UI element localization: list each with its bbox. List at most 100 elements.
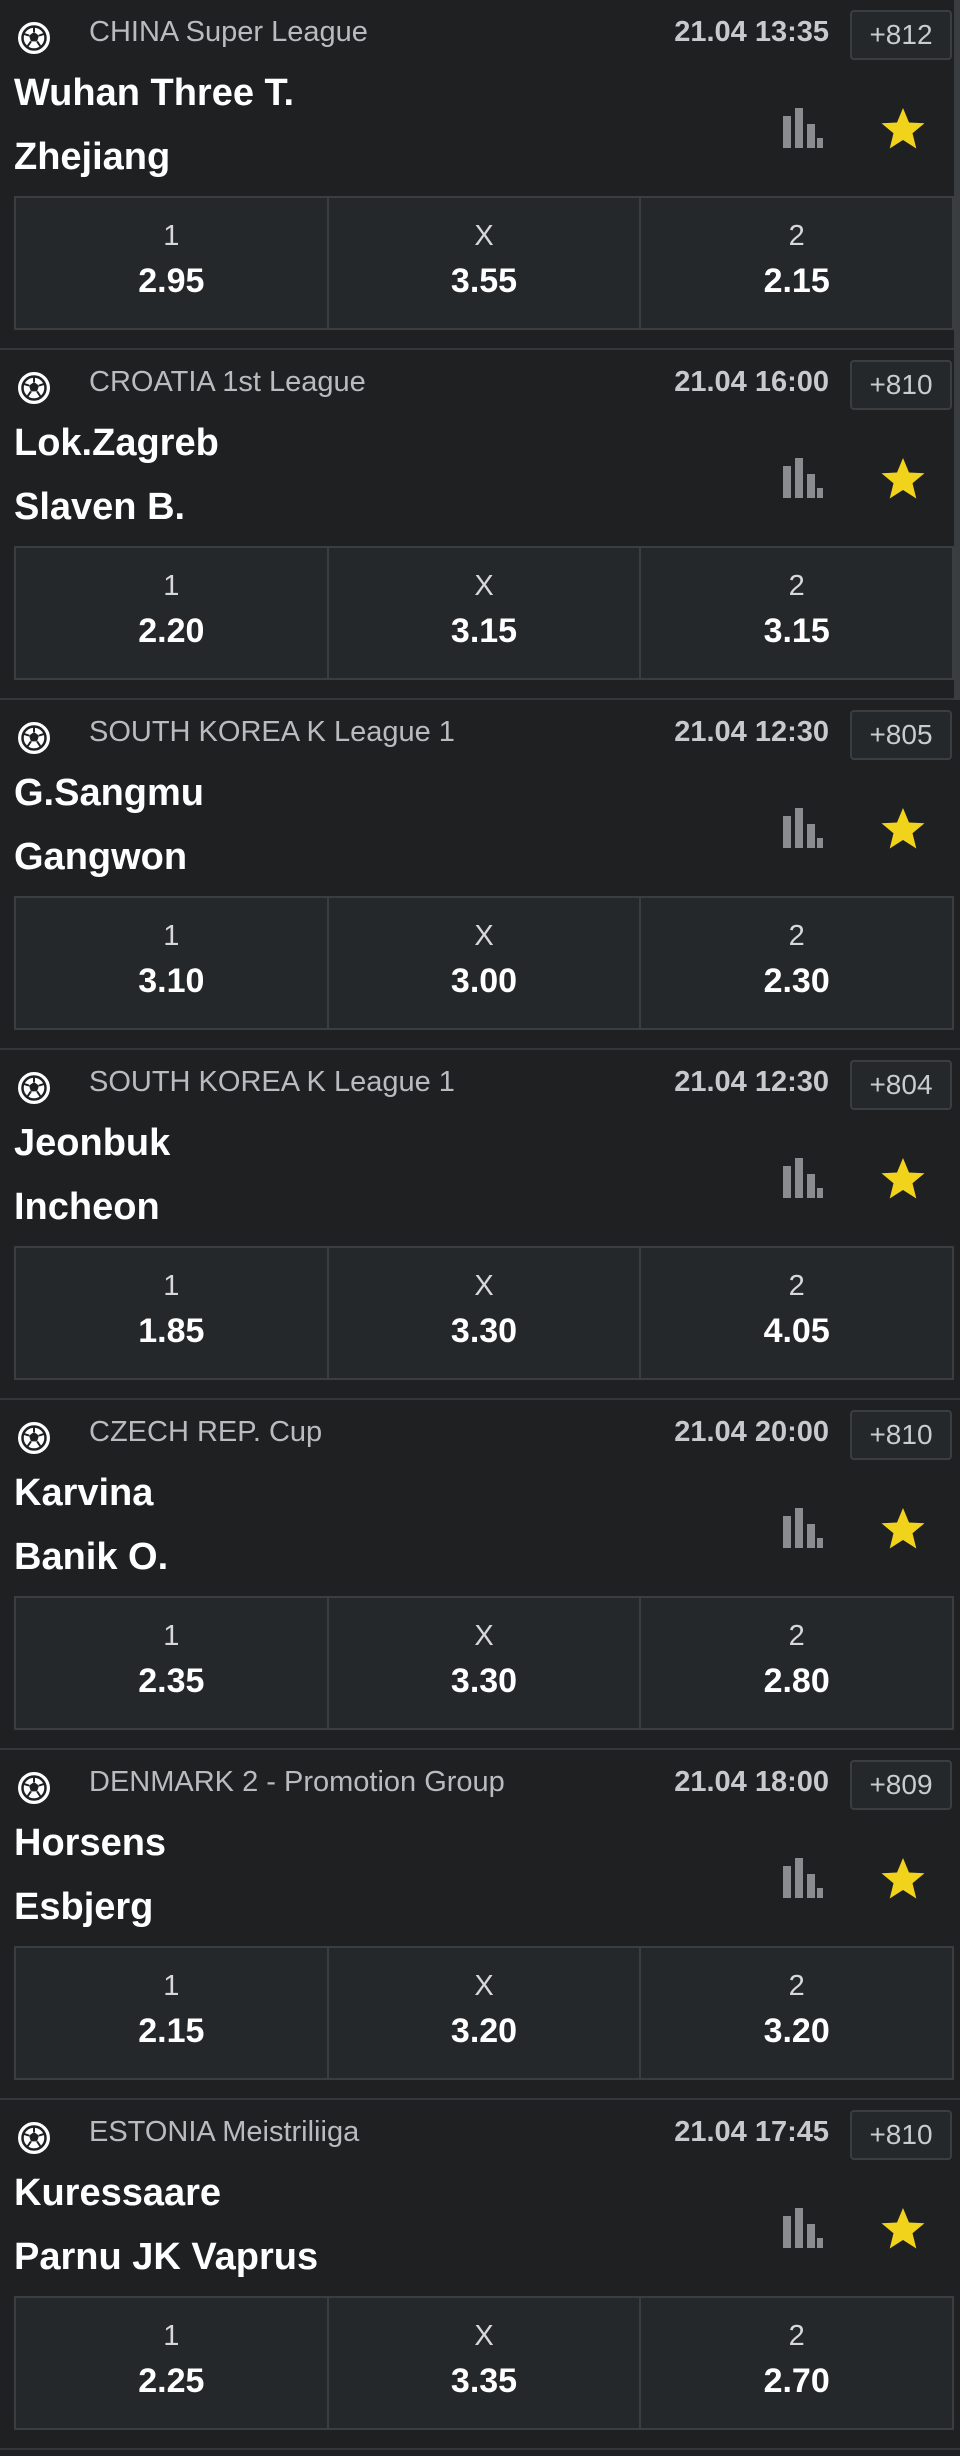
home-team[interactable]: Wuhan Three T.	[14, 72, 294, 115]
odds-value: 2.35	[138, 1662, 205, 1700]
odds-button[interactable]: 1 2.95	[16, 198, 329, 328]
odds-value: 2.70	[763, 2362, 830, 2400]
bar-chart-icon[interactable]	[780, 1858, 824, 1902]
odds-value: 2.20	[138, 612, 205, 650]
away-team[interactable]: Banik O.	[14, 1536, 168, 1579]
scrollbar[interactable]	[954, 0, 960, 700]
match-card[interactable]: SOUTH KOREA K League 1 21.04 12:30 +804 Jeo…	[0, 1050, 960, 1400]
home-team[interactable]: Horsens	[14, 1822, 166, 1865]
more-markets-button[interactable]: +810	[850, 1410, 952, 1460]
star-icon[interactable]	[880, 1156, 926, 1202]
odds-row: 1 2.95 X 3.55 2 2.15	[14, 196, 954, 330]
star-icon[interactable]	[880, 1506, 926, 1552]
odds-value: 3.20	[450, 2012, 518, 2050]
bar-chart-icon[interactable]	[780, 1508, 824, 1552]
match-list: CHINA Super League 21.04 13:35 +812 Wuhan T…	[0, 0, 960, 2450]
bar-chart-icon[interactable]	[780, 2208, 824, 2252]
star-icon[interactable]	[880, 806, 926, 852]
home-team[interactable]: Lok.Zagreb	[14, 422, 219, 465]
odds-button[interactable]: X 3.15	[329, 548, 642, 678]
match-header: CHINA Super League 21.04 13:35 +812	[0, 0, 960, 70]
more-markets-button[interactable]: +805	[850, 710, 952, 760]
league-name: DENMARK 2 - Promotion Group	[89, 1766, 505, 1798]
odds-value: 3.35	[450, 2362, 518, 2400]
odds-button[interactable]: 2 3.20	[641, 1948, 952, 2078]
odds-button[interactable]: X 3.30	[329, 1248, 642, 1378]
league-name: CROATIA 1st League	[89, 366, 366, 398]
odds-value: 3.30	[450, 1312, 518, 1350]
odds-button[interactable]: 2 2.80	[641, 1598, 952, 1728]
star-icon[interactable]	[880, 1856, 926, 1902]
league-name: ESTONIA Meistriliiga	[89, 2116, 360, 2148]
odds-button[interactable]: X 3.00	[329, 898, 642, 1028]
soccer-ball-icon	[16, 1070, 52, 1106]
match-header: CZECH REP. Cup 21.04 20:00 +810	[0, 1400, 960, 1470]
home-team[interactable]: Karvina	[14, 1472, 153, 1515]
away-team[interactable]: Gangwon	[14, 836, 187, 879]
match-card[interactable]: ESTONIA Meistriliiga 21.04 17:45 +810 Kures…	[0, 2100, 960, 2450]
more-markets-button[interactable]: +809	[850, 1760, 952, 1810]
match-datetime: 21.04 18:00	[674, 1766, 829, 1798]
odds-button[interactable]: 2 2.70	[641, 2298, 952, 2428]
match-datetime: 21.04 17:45	[674, 2116, 829, 2148]
odds-button[interactable]: X 3.30	[329, 1598, 642, 1728]
away-team[interactable]: Zhejiang	[14, 136, 170, 179]
odds-row: 1 2.35 X 3.30 2 2.80	[14, 1596, 954, 1730]
odds-button[interactable]: X 3.55	[329, 198, 642, 328]
more-markets-button[interactable]: +804	[850, 1060, 952, 1110]
odds-button[interactable]: 1 2.15	[16, 1948, 329, 2078]
more-markets-button[interactable]: +812	[850, 10, 952, 60]
odds-button[interactable]: 2 2.15	[641, 198, 952, 328]
odds-button[interactable]: 1 2.35	[16, 1598, 329, 1728]
away-team[interactable]: Parnu JK Vaprus	[14, 2236, 318, 2279]
odds-label: X	[474, 1270, 494, 1302]
odds-value: 3.30	[450, 1662, 518, 1700]
odds-button[interactable]: 1 3.10	[16, 898, 329, 1028]
star-icon[interactable]	[880, 106, 926, 152]
odds-button[interactable]: 2 3.15	[641, 548, 952, 678]
away-team[interactable]: Slaven B.	[14, 486, 185, 529]
home-team[interactable]: Jeonbuk	[14, 1122, 170, 1165]
odds-label: 2	[788, 920, 805, 952]
odds-button[interactable]: 1 2.25	[16, 2298, 329, 2428]
more-markets-button[interactable]: +810	[850, 2110, 952, 2160]
match-card[interactable]: DENMARK 2 - Promotion Group 21.04 18:00 +8…	[0, 1750, 960, 2100]
odds-label: X	[474, 920, 494, 952]
match-card[interactable]: CROATIA 1st League 21.04 16:00 +810 Lok.Zag…	[0, 350, 960, 700]
odds-button[interactable]: X 3.35	[329, 2298, 642, 2428]
odds-button[interactable]: 2 2.30	[641, 898, 952, 1028]
match-card[interactable]: SOUTH KOREA K League 1 21.04 12:30 +805 G.S…	[0, 700, 960, 1050]
odds-button[interactable]: 1 2.20	[16, 548, 329, 678]
odds-label: 2	[788, 220, 805, 252]
odds-button[interactable]: X 3.20	[329, 1948, 642, 2078]
odds-row: 1 2.25 X 3.35 2 2.70	[14, 2296, 954, 2430]
odds-value: 3.15	[763, 612, 830, 650]
odds-label: 1	[163, 1620, 180, 1652]
bar-chart-icon[interactable]	[780, 808, 824, 852]
bar-chart-icon[interactable]	[780, 1158, 824, 1202]
match-card[interactable]: CZECH REP. Cup 21.04 20:00 +810 Karvina Bani…	[0, 1400, 960, 1750]
odds-label: X	[474, 570, 494, 602]
star-icon[interactable]	[880, 2206, 926, 2252]
odds-label: 2	[788, 1620, 805, 1652]
odds-value: 1.85	[138, 1312, 205, 1350]
away-team[interactable]: Incheon	[14, 1186, 160, 1229]
soccer-ball-icon	[16, 1770, 52, 1806]
odds-label: 1	[163, 220, 180, 252]
odds-value: 2.15	[138, 2012, 205, 2050]
home-team[interactable]: Kuressaare	[14, 2172, 221, 2215]
league-name: CHINA Super League	[89, 16, 368, 48]
away-team[interactable]: Esbjerg	[14, 1886, 153, 1929]
star-icon[interactable]	[880, 456, 926, 502]
bar-chart-icon[interactable]	[780, 458, 824, 502]
bar-chart-icon[interactable]	[780, 108, 824, 152]
match-card[interactable]: CHINA Super League 21.04 13:35 +812 Wuhan T…	[0, 0, 960, 350]
odds-label: 2	[788, 1270, 805, 1302]
odds-label: X	[474, 1970, 494, 2002]
more-markets-button[interactable]: +810	[850, 360, 952, 410]
odds-button[interactable]: 2 4.05	[641, 1248, 952, 1378]
odds-label: 2	[788, 2320, 805, 2352]
match-header: ESTONIA Meistriliiga 21.04 17:45 +810	[0, 2100, 960, 2170]
odds-button[interactable]: 1 1.85	[16, 1248, 329, 1378]
home-team[interactable]: G.Sangmu	[14, 772, 204, 815]
